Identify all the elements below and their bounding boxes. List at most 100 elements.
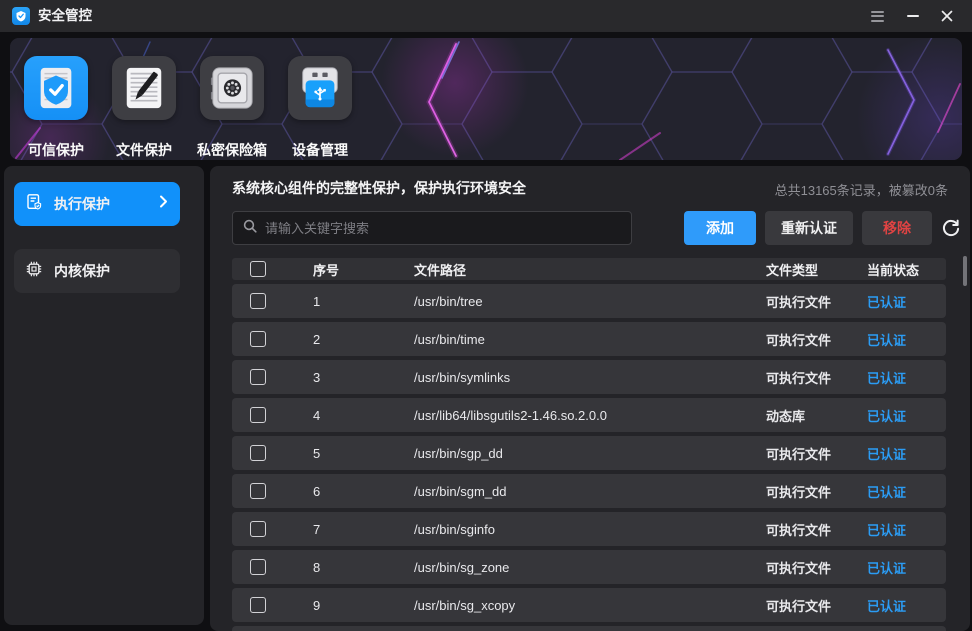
cell-path: /usr/lib64/libsgutils2-1.46.so.2.0.0: [392, 408, 756, 423]
chevron-right-icon: [159, 195, 168, 213]
cell-index: 6: [306, 484, 392, 499]
doc-pencil-icon: [112, 56, 176, 120]
banner-item-label: 文件保护: [116, 140, 172, 160]
cell-type: 动态库: [756, 406, 854, 425]
cpu-chip-icon: [25, 260, 43, 283]
doc-shield-icon: [25, 193, 43, 216]
table-row[interactable]: 5 /usr/bin/sgp_dd 可执行文件 已认证: [232, 436, 946, 470]
row-checkbox[interactable]: [250, 407, 266, 423]
row-checkbox[interactable]: [250, 293, 266, 309]
window-title: 安全管控: [38, 0, 92, 32]
cell-index: 4: [306, 408, 392, 423]
cell-status: 已认证: [854, 292, 946, 311]
cell-status: 已认证: [854, 444, 946, 463]
row-checkbox[interactable]: [250, 369, 266, 385]
table-row[interactable]: 4 /usr/lib64/libsgutils2-1.46.so.2.0.0 动…: [232, 398, 946, 432]
security-control-window: 安全管控: [0, 0, 972, 631]
cell-index: 8: [306, 560, 392, 575]
table-row[interactable]: 1 /usr/bin/tree 可执行文件 已认证: [232, 284, 946, 318]
sidebar: 执行保护 内核保护: [4, 166, 204, 625]
section-description: 系统核心组件的完整性保护，保护执行环境安全: [232, 178, 526, 198]
cell-status: 已认证: [854, 482, 946, 501]
table-row[interactable]: 7 /usr/bin/sginfo 可执行文件 已认证: [232, 512, 946, 546]
table-row[interactable]: 6 /usr/bin/sgm_dd 可执行文件 已认证: [232, 474, 946, 508]
cell-type: 可执行文件: [756, 444, 854, 463]
table-row[interactable]: 8 /usr/bin/sg_zone 可执行文件 已认证: [232, 550, 946, 584]
safe-box-icon: [200, 56, 264, 120]
cell-path: /usr/bin/sgp_dd: [392, 446, 756, 461]
refresh-icon[interactable]: [937, 214, 965, 242]
cell-path: /usr/bin/sgm_dd: [392, 484, 756, 499]
cell-path: /usr/bin/sginfo: [392, 522, 756, 537]
cell-index: 7: [306, 522, 392, 537]
cell-type: 可执行文件: [756, 558, 854, 577]
cell-type: 可执行文件: [756, 330, 854, 349]
table-row[interactable]: 2 /usr/bin/time 可执行文件 已认证: [232, 322, 946, 356]
trusted-doc-shield-icon: [24, 56, 88, 120]
cell-type: 可执行文件: [756, 292, 854, 311]
cell-path: /usr/bin/sg_xcopy: [392, 598, 756, 613]
cell-status: 已认证: [854, 558, 946, 577]
row-checkbox[interactable]: [250, 483, 266, 499]
table-row[interactable]: 9 /usr/bin/sg_xcopy 可执行文件 已认证: [232, 588, 946, 622]
cell-index: 2: [306, 332, 392, 347]
row-checkbox[interactable]: [250, 559, 266, 575]
sidebar-item-label: 内核保护: [54, 261, 168, 281]
banner-item-trusted-protection[interactable]: 可信保护: [24, 56, 88, 120]
cell-path: /usr/bin/time: [392, 332, 756, 347]
remove-button[interactable]: 移除: [862, 211, 932, 245]
table-row-partial: [232, 626, 946, 631]
cell-path: /usr/bin/sg_zone: [392, 560, 756, 575]
cell-type: 可执行文件: [756, 482, 854, 501]
cell-index: 3: [306, 370, 392, 385]
search-icon: [243, 219, 257, 238]
cell-status: 已认证: [854, 330, 946, 349]
search-input[interactable]: [265, 221, 621, 236]
main-panel: 系统核心组件的完整性保护，保护执行环境安全 总共13165条记录，被篡改0条 添…: [210, 166, 970, 631]
cell-status: 已认证: [854, 520, 946, 539]
header-index: 序号: [306, 260, 392, 279]
banner-item-label: 可信保护: [28, 140, 84, 160]
usb-drive-icon: [288, 56, 352, 120]
banner-item-private-safe[interactable]: 私密保险箱: [200, 56, 264, 120]
cell-path: /usr/bin/symlinks: [392, 370, 756, 385]
reauthenticate-button[interactable]: 重新认证: [765, 211, 853, 245]
table-body: 1 /usr/bin/tree 可执行文件 已认证 2 /usr/bin/tim…: [232, 284, 946, 622]
cell-index: 9: [306, 598, 392, 613]
banner-item-label: 私密保险箱: [197, 140, 267, 160]
scrollbar-thumb[interactable]: [963, 256, 967, 286]
banner-item-file-protection[interactable]: 文件保护: [112, 56, 176, 120]
close-icon[interactable]: [934, 0, 960, 32]
cell-index: 1: [306, 294, 392, 309]
cell-status: 已认证: [854, 406, 946, 425]
sidebar-item-kernel-protection[interactable]: 内核保护: [14, 249, 180, 293]
search-box: [232, 211, 632, 245]
minimize-icon[interactable]: [900, 0, 926, 32]
app-shield-icon: [12, 7, 30, 25]
table-row[interactable]: 3 /usr/bin/symlinks 可执行文件 已认证: [232, 360, 946, 394]
banner-item-device-management[interactable]: 设备管理: [288, 56, 352, 120]
record-stats: 总共13165条记录，被篡改0条: [775, 180, 948, 199]
row-checkbox[interactable]: [250, 521, 266, 537]
cell-type: 可执行文件: [756, 368, 854, 387]
add-button[interactable]: 添加: [684, 211, 756, 245]
sidebar-item-execution-protection[interactable]: 执行保护: [14, 182, 180, 226]
cell-type: 可执行文件: [756, 520, 854, 539]
cell-status: 已认证: [854, 368, 946, 387]
row-checkbox[interactable]: [250, 331, 266, 347]
cell-index: 5: [306, 446, 392, 461]
header-select-all: [232, 261, 306, 277]
cell-status: 已认证: [854, 596, 946, 615]
banner-item-label: 设备管理: [292, 140, 348, 160]
row-checkbox[interactable]: [250, 597, 266, 613]
sidebar-item-label: 执行保护: [54, 194, 159, 214]
row-checkbox[interactable]: [250, 445, 266, 461]
titlebar: 安全管控: [0, 0, 972, 32]
table-header: 序号 文件路径 文件类型 当前状态: [232, 258, 946, 280]
header-status: 当前状态: [854, 260, 946, 279]
cell-path: /usr/bin/tree: [392, 294, 756, 309]
header-path: 文件路径: [392, 260, 756, 279]
hamburger-icon[interactable]: [864, 0, 890, 32]
header-type: 文件类型: [756, 260, 854, 279]
select-all-checkbox[interactable]: [250, 261, 266, 277]
